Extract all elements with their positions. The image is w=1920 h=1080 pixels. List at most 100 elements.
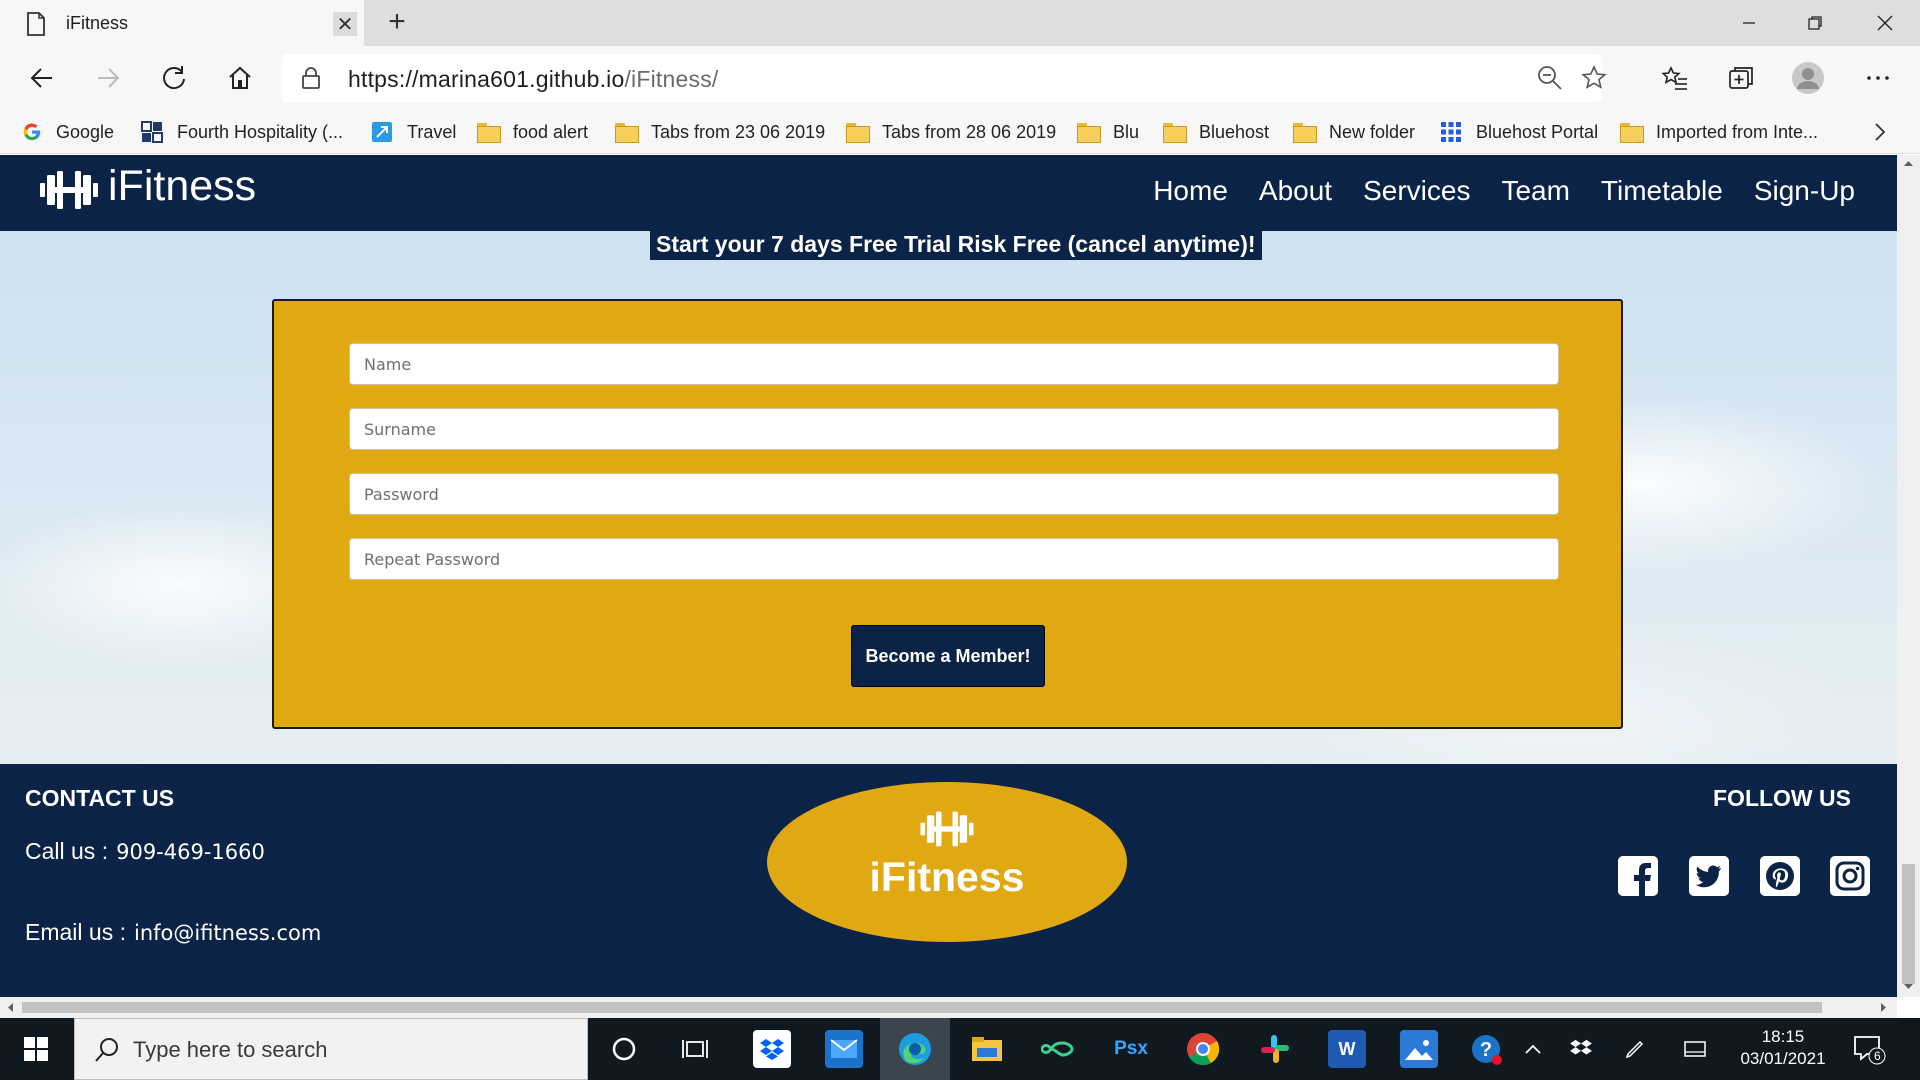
svg-text:?: ? xyxy=(1480,1039,1492,1061)
fourth-icon xyxy=(141,121,163,143)
minimize-icon[interactable] xyxy=(1716,0,1782,46)
horizontal-scrollbar[interactable] xyxy=(0,997,1897,1018)
url-text[interactable]: https://marina601.github.io/iFitness/ xyxy=(348,66,719,93)
notifications-icon[interactable]: 6 xyxy=(1850,1030,1888,1068)
slack-icon[interactable] xyxy=(1256,1030,1294,1068)
facebook-icon[interactable] xyxy=(1618,856,1658,896)
follow-heading: FOLLOW US xyxy=(1713,785,1851,811)
cortana-icon[interactable] xyxy=(605,1030,643,1068)
nav-services[interactable]: Services xyxy=(1363,175,1470,207)
repeat-password-input[interactable] xyxy=(349,538,1559,580)
forward-icon[interactable] xyxy=(86,56,130,100)
nav-team[interactable]: Team xyxy=(1501,175,1569,207)
surname-input[interactable] xyxy=(349,408,1559,450)
close-tab-icon[interactable]: ✕ xyxy=(333,12,357,36)
scroll-left-icon[interactable] xyxy=(6,1002,14,1013)
site-logo-text[interactable]: iFitness xyxy=(108,162,256,211)
favorite-star-icon[interactable] xyxy=(1580,64,1608,92)
scroll-down-icon[interactable] xyxy=(1903,983,1914,991)
zoom-icon[interactable] xyxy=(1536,64,1564,92)
vertical-scroll-thumb[interactable] xyxy=(1902,864,1915,984)
favorites-icon[interactable] xyxy=(1653,56,1697,100)
bookmark-food-alert[interactable]: food alert xyxy=(477,110,588,154)
bookmark-bluehost-portal[interactable]: Bluehost Portal xyxy=(1440,110,1598,154)
more-options-icon[interactable] xyxy=(1856,56,1900,100)
bookmark-label: Tabs from 23 06 2019 xyxy=(651,121,826,142)
bookmark-bluehost[interactable]: Bluehost xyxy=(1163,110,1269,154)
chrome-icon[interactable] xyxy=(1184,1030,1222,1068)
email-value[interactable]: info@ifitness.com xyxy=(134,921,321,945)
bookmark-tabs-23-06-2019[interactable]: Tabs from 23 06 2019 xyxy=(615,110,825,154)
close-window-icon[interactable] xyxy=(1852,0,1918,46)
folder-icon xyxy=(1293,123,1317,143)
bookmarks-overflow-chevron-icon[interactable] xyxy=(1872,110,1888,154)
browser-tab[interactable]: iFitness ✕ xyxy=(0,0,364,46)
bookmark-label: Blu xyxy=(1113,121,1140,142)
bookmark-fourth-hospitality[interactable]: Fourth Hospitality (... xyxy=(141,110,343,154)
photoshop-express-icon[interactable]: Psx xyxy=(1112,1030,1150,1068)
horizontal-scroll-thumb[interactable] xyxy=(22,1002,1822,1013)
email-row: Email us : info@ifitness.com xyxy=(25,919,321,946)
back-icon[interactable] xyxy=(20,56,64,100)
keyboard-icon[interactable] xyxy=(1676,1030,1714,1068)
folder-icon xyxy=(1620,123,1644,143)
restore-icon[interactable] xyxy=(1782,0,1848,46)
password-input[interactable] xyxy=(349,473,1559,515)
pinterest-icon[interactable] xyxy=(1760,856,1800,896)
scroll-right-icon[interactable] xyxy=(1880,1002,1888,1013)
footer-logo-text: iFitness xyxy=(869,854,1025,900)
tab-title: iFitness xyxy=(66,13,129,33)
word-icon[interactable]: W xyxy=(1328,1030,1366,1068)
bookmark-google[interactable]: Google xyxy=(22,110,114,154)
footer-logo-badge: iFitness xyxy=(767,782,1127,942)
become-member-button[interactable]: Become a Member! xyxy=(851,625,1045,687)
scroll-up-icon[interactable] xyxy=(1903,159,1914,167)
bookmark-tabs-28-06-2019[interactable]: Tabs from 28 06 2019 xyxy=(846,110,1056,154)
address-bar-row: https://marina601.github.io/iFitness/ xyxy=(0,46,1920,110)
windows-start-icon[interactable] xyxy=(0,1018,72,1080)
nav-timetable[interactable]: Timetable xyxy=(1601,175,1723,207)
taskbar-search-box[interactable]: Type here to search xyxy=(74,1018,588,1080)
folder-icon xyxy=(1163,123,1187,143)
home-icon[interactable] xyxy=(218,56,262,100)
bookmark-label: New folder xyxy=(1329,121,1416,142)
task-view-icon[interactable] xyxy=(677,1030,715,1068)
tray-chevron-up-icon[interactable] xyxy=(1514,1030,1552,1068)
vertical-scrollbar[interactable] xyxy=(1897,155,1920,997)
bookmark-travel[interactable]: Travel xyxy=(371,110,456,154)
folder-icon xyxy=(1077,123,1101,143)
bookmark-new-folder[interactable]: New folder xyxy=(1293,110,1415,154)
help-icon[interactable]: ? xyxy=(1468,1030,1506,1068)
refresh-icon[interactable] xyxy=(152,56,196,100)
clock-date: 03/01/2021 xyxy=(1740,1049,1826,1068)
pen-icon[interactable] xyxy=(1616,1030,1654,1068)
name-input[interactable] xyxy=(349,343,1559,385)
bookmark-label: food alert xyxy=(513,121,589,142)
site-menu: Home About Services Team Timetable Sign-… xyxy=(1153,175,1855,207)
collections-icon[interactable] xyxy=(1719,56,1763,100)
tray-clock[interactable]: 18:15 03/01/2021 xyxy=(1735,1026,1831,1070)
lock-icon[interactable] xyxy=(300,66,322,90)
dumbbell-icon xyxy=(40,171,98,209)
new-tab-button[interactable]: + xyxy=(382,7,412,38)
bookmark-imported[interactable]: Imported from Inte... xyxy=(1620,110,1818,154)
edge-icon[interactable] xyxy=(896,1030,934,1068)
file-explorer-icon[interactable] xyxy=(968,1030,1006,1068)
phone-value[interactable]: 909-469-1660 xyxy=(116,840,265,864)
email-label: Email us : xyxy=(25,919,126,945)
photos-icon[interactable] xyxy=(1400,1030,1438,1068)
twitter-icon[interactable] xyxy=(1689,856,1729,896)
mail-icon[interactable] xyxy=(825,1030,863,1068)
travel-icon xyxy=(372,122,392,142)
url-domain: https://marina601.github.io xyxy=(348,66,625,92)
tray-dropbox-icon[interactable] xyxy=(1562,1030,1600,1068)
nav-sign-up[interactable]: Sign-Up xyxy=(1754,175,1855,207)
instagram-icon[interactable] xyxy=(1830,856,1870,896)
url-bar[interactable]: https://marina601.github.io/iFitness/ xyxy=(282,54,1607,102)
nav-home[interactable]: Home xyxy=(1153,175,1228,207)
profile-avatar[interactable] xyxy=(1786,56,1830,100)
nav-about[interactable]: About xyxy=(1259,175,1332,207)
bookmark-blu[interactable]: Blu xyxy=(1077,110,1139,154)
dropbox-icon[interactable] xyxy=(753,1030,791,1068)
infinity-app-icon[interactable] xyxy=(1040,1030,1078,1068)
